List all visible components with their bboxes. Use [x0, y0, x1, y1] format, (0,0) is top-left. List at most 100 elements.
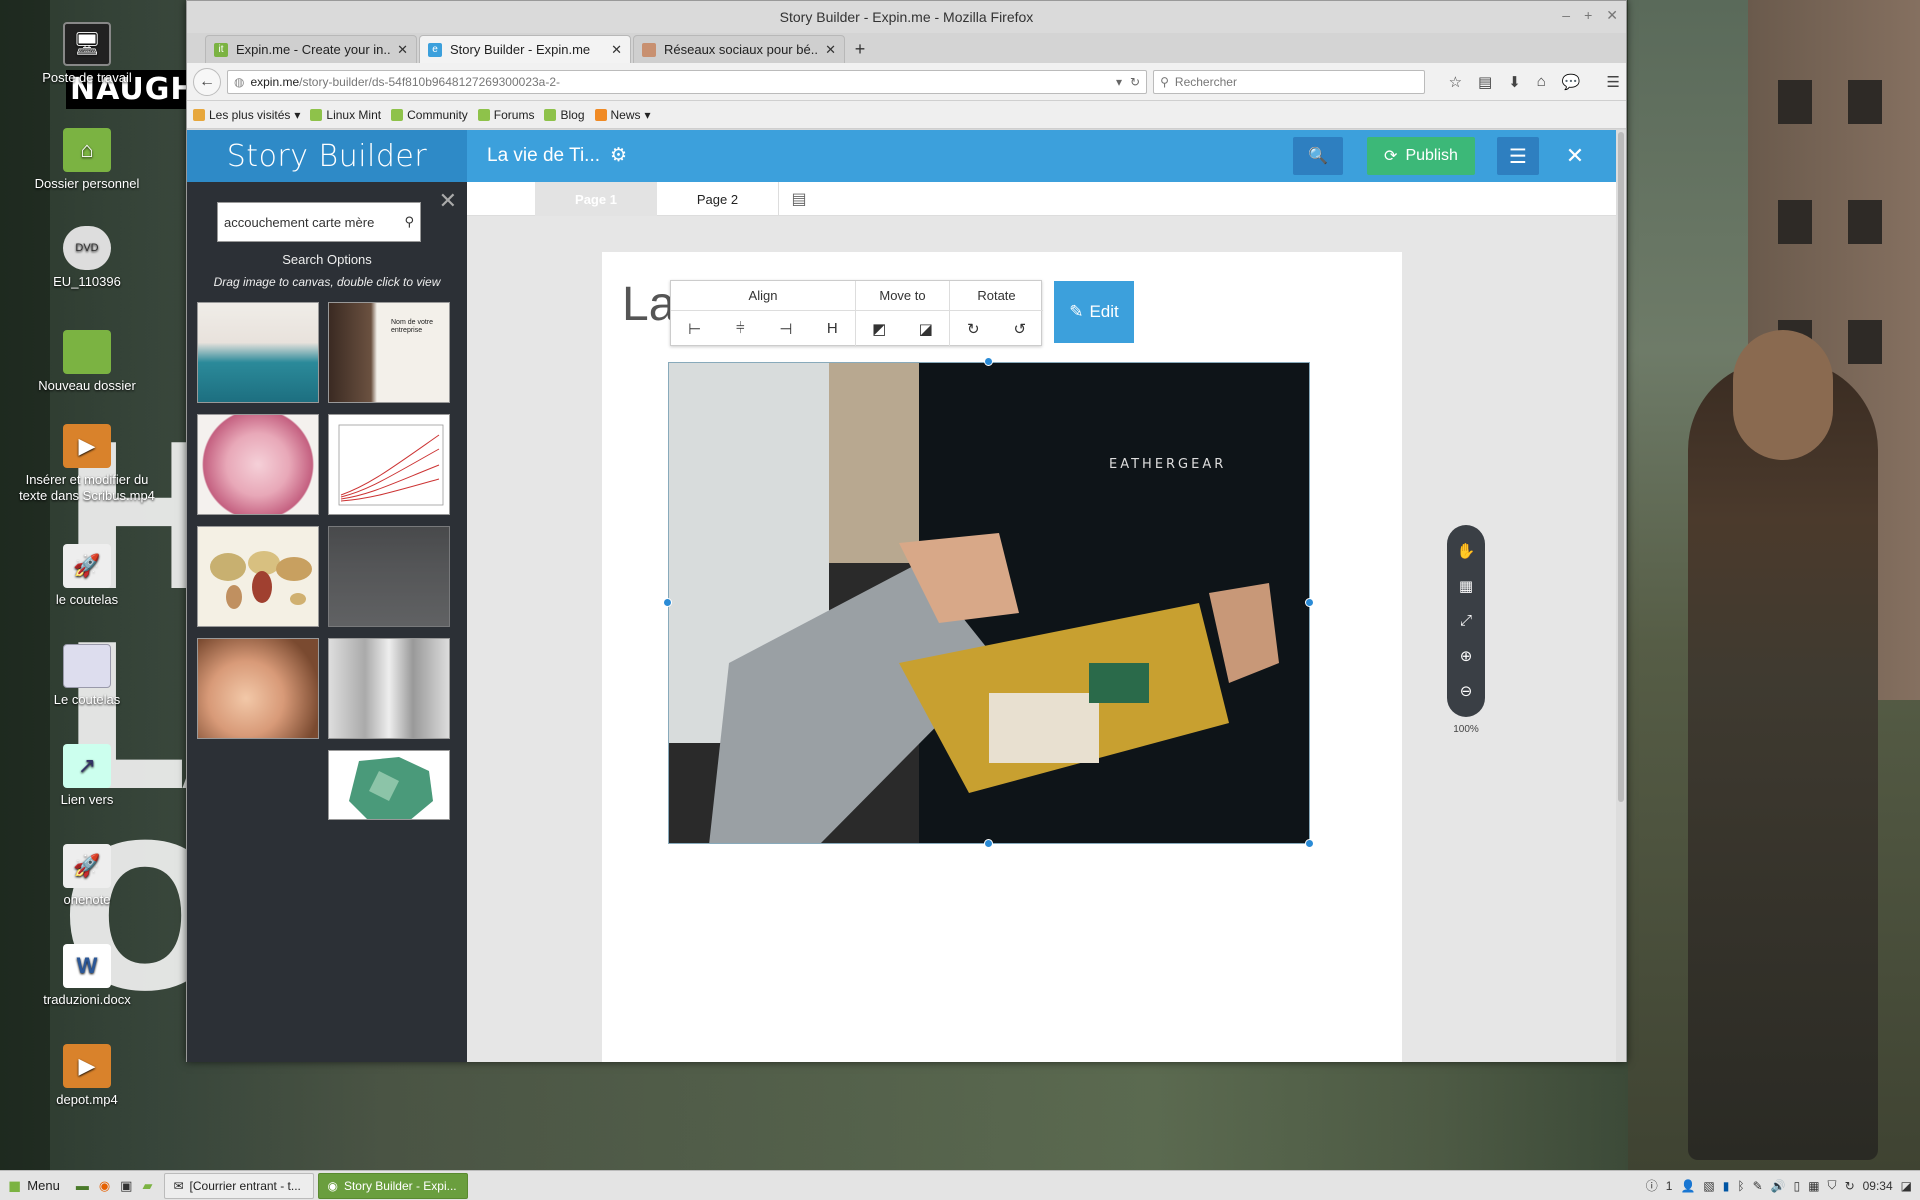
- notification-icon[interactable]: ⓘ: [1646, 1177, 1658, 1194]
- align-left-icon[interactable]: ⊢: [688, 320, 701, 338]
- tools-icon[interactable]: ✎: [1753, 1179, 1763, 1193]
- desktop-icon-depot-video[interactable]: ▶ depot.mp4: [12, 1044, 162, 1108]
- new-tab-plus-icon[interactable]: +: [847, 35, 873, 63]
- reload-icon[interactable]: ↻: [1130, 75, 1140, 89]
- screenshot-icon[interactable]: ▧: [1703, 1179, 1714, 1193]
- story-page-sheet[interactable]: La Align ⊢ ⫩ ⊣ H Move to ◩ ◪ Rotate ↻ ↺ …: [602, 252, 1402, 1062]
- search-input[interactable]: ⚲ Rechercher: [1153, 69, 1425, 94]
- desktop-icon-computer[interactable]: 🖥 Poste de travail: [12, 22, 162, 86]
- image-thumbnail[interactable]: Nom de votre entreprise: [328, 302, 450, 403]
- tab-expin-create[interactable]: it Expin.me - Create your in... ✕: [205, 35, 417, 63]
- zoom-in-icon[interactable]: ⊕: [1460, 647, 1473, 665]
- grid-icon[interactable]: ▦: [1459, 577, 1473, 595]
- settings-gear-icon[interactable]: ⚙: [610, 144, 627, 167]
- page-title-text[interactable]: La: [622, 277, 675, 332]
- close-editor-button[interactable]: ✕: [1555, 137, 1595, 175]
- tab-close-icon[interactable]: ✕: [825, 42, 836, 58]
- battery-icon[interactable]: ▯: [1794, 1179, 1801, 1193]
- zoom-out-icon[interactable]: ⊖: [1460, 682, 1473, 700]
- bluetooth-icon[interactable]: ᛒ: [1737, 1179, 1744, 1193]
- fit-screen-icon[interactable]: ⤢: [1460, 612, 1472, 629]
- maximize-icon[interactable]: +: [1584, 7, 1592, 24]
- bookmark-star-icon[interactable]: ☆: [1449, 73, 1462, 91]
- dropdown-arrow-icon[interactable]: ▾: [1116, 75, 1122, 89]
- chat-icon[interactable]: 💬: [1562, 73, 1581, 91]
- french-flag-icon[interactable]: ▮: [1723, 1179, 1730, 1193]
- page-scrollbar[interactable]: [1616, 130, 1626, 1062]
- desktop-icon-onenote[interactable]: 🚀 onenote: [12, 844, 162, 908]
- align-right-icon[interactable]: ⊣: [779, 320, 792, 338]
- back-arrow-icon[interactable]: ←: [193, 67, 221, 96]
- resize-handle-top[interactable]: [984, 357, 993, 366]
- desktop-icon-link[interactable]: ↗ Lien vers: [12, 744, 162, 808]
- show-desktop-corner-icon[interactable]: ◪: [1901, 1179, 1912, 1193]
- hamburger-menu-icon[interactable]: ☰: [1607, 73, 1620, 91]
- tab-page-1[interactable]: Page 1: [535, 182, 657, 216]
- shield-icon[interactable]: ⛉: [1828, 1178, 1837, 1193]
- preview-button[interactable]: 🔍: [1293, 137, 1343, 175]
- story-title[interactable]: La vie de Ti... ⚙: [487, 144, 627, 167]
- edit-image-button[interactable]: ✎ Edit: [1054, 281, 1134, 343]
- resize-handle-left[interactable]: [663, 598, 672, 607]
- add-page-icon[interactable]: ▤: [779, 182, 819, 216]
- home-icon[interactable]: ⌂: [1537, 73, 1546, 90]
- minimize-icon[interactable]: –: [1562, 7, 1570, 24]
- bring-forward-icon[interactable]: ◩: [872, 320, 886, 338]
- files-icon[interactable]: ▰: [142, 1178, 152, 1194]
- close-panel-icon[interactable]: ✕: [439, 188, 457, 214]
- network-icon[interactable]: ▦: [1808, 1179, 1819, 1193]
- desktop-icon-docx[interactable]: W traduzioni.docx: [12, 944, 162, 1008]
- desktop-icon-coutelas-2[interactable]: Le coutelas: [12, 644, 162, 708]
- desktop-icon-dvd[interactable]: DVD EU_110396: [12, 226, 162, 290]
- image-thumbnail[interactable]: [328, 414, 450, 515]
- task-firefox-story-builder[interactable]: ◉ Story Builder - Expi...: [318, 1172, 469, 1199]
- url-bar[interactable]: ◍ expin.me/story-builder/ds-54f810b96481…: [226, 69, 1148, 94]
- search-options-link[interactable]: Search Options: [187, 252, 467, 267]
- menu-button[interactable]: ☰: [1497, 137, 1539, 175]
- terminal-icon[interactable]: ▣: [120, 1178, 132, 1194]
- tab-story-builder[interactable]: e Story Builder - Expin.me ✕: [419, 35, 631, 63]
- image-thumbnail[interactable]: [197, 302, 319, 403]
- hand-pan-icon[interactable]: ✋: [1457, 542, 1476, 560]
- desktop-icon-new-folder[interactable]: Nouveau dossier: [12, 330, 162, 394]
- task-thunderbird[interactable]: ✉ [Courrier entrant - t...: [164, 1172, 315, 1199]
- tab-reseaux-sociaux[interactable]: Réseaux sociaux pour bé... ✕: [633, 35, 845, 63]
- bookmark-forums[interactable]: Forums: [477, 108, 534, 122]
- show-desktop-icon[interactable]: ▬: [76, 1178, 89, 1193]
- resize-handle-bottom-right[interactable]: [1305, 839, 1314, 848]
- send-backward-icon[interactable]: ◪: [919, 320, 933, 338]
- desktop-icon-coutelas-1[interactable]: 🚀 le coutelas: [12, 544, 162, 608]
- align-center-icon[interactable]: ⫩: [736, 320, 745, 337]
- image-thumbnail[interactable]: [328, 526, 450, 627]
- window-titlebar[interactable]: Story Builder - Expin.me - Mozilla Firef…: [187, 1, 1626, 33]
- image-thumbnail[interactable]: [328, 638, 450, 739]
- tab-close-icon[interactable]: ✕: [611, 42, 622, 58]
- firefox-icon[interactable]: ◉: [99, 1178, 110, 1194]
- image-thumbnail[interactable]: [197, 526, 319, 627]
- image-thumbnail[interactable]: [197, 414, 319, 515]
- bookmark-community[interactable]: Community: [391, 108, 468, 122]
- bookmark-most-visited[interactable]: Les plus visités ▾: [193, 108, 300, 122]
- clock[interactable]: 09:34: [1863, 1179, 1893, 1193]
- download-icon[interactable]: ⬇: [1508, 73, 1521, 91]
- image-thumbnail[interactable]: [197, 638, 319, 739]
- align-justify-icon[interactable]: H: [827, 320, 838, 337]
- start-menu-button[interactable]: ◼ Menu: [0, 1171, 68, 1200]
- resize-handle-right[interactable]: [1305, 598, 1314, 607]
- image-thumbnail[interactable]: [328, 750, 450, 820]
- user-icon[interactable]: 👤: [1680, 1179, 1695, 1193]
- rotate-clockwise-icon[interactable]: ↻: [967, 320, 980, 338]
- resize-handle-bottom[interactable]: [984, 839, 993, 848]
- tab-close-icon[interactable]: ✕: [397, 42, 408, 58]
- desktop-icon-video-scribus[interactable]: ▶ Insérer et modifier du texte dans Scri…: [12, 424, 162, 504]
- close-window-icon[interactable]: ✕: [1606, 7, 1618, 24]
- bookmark-news[interactable]: News ▾: [594, 108, 651, 122]
- update-icon[interactable]: ↻: [1845, 1179, 1855, 1193]
- image-search-input[interactable]: accouchement carte mère ⚲: [217, 202, 421, 242]
- reading-list-icon[interactable]: ▤: [1478, 73, 1492, 91]
- publish-button[interactable]: ⟳ Publish: [1367, 137, 1475, 175]
- search-icon[interactable]: ⚲: [404, 214, 414, 230]
- canvas-image-motherboard[interactable]: EATHERGEAR: [668, 362, 1310, 844]
- tab-page-2[interactable]: Page 2: [657, 182, 779, 216]
- bookmark-linux-mint[interactable]: Linux Mint: [310, 108, 381, 122]
